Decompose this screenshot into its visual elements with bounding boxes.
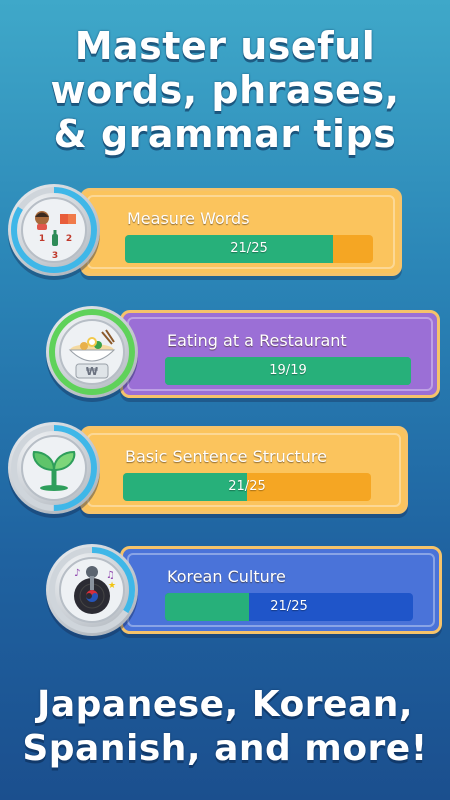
lesson-title: Measure Words — [127, 209, 250, 228]
lesson-title: Basic Sentence Structure — [125, 447, 327, 466]
lesson-progress-text: 19/19 — [269, 363, 307, 378]
lesson-progress-text: 21/25 — [228, 479, 266, 494]
svg-text:1: 1 — [39, 234, 45, 244]
svg-text:♪: ♪ — [74, 568, 80, 579]
lesson-progress-bar: 21/25 — [123, 473, 371, 501]
headline-top: Master useful words, phrases, & grammar … — [0, 24, 450, 156]
lesson-progress-bar: 21/25 — [125, 235, 373, 263]
headline-top-line-1: Master useful — [74, 24, 376, 68]
lesson-card-panel: Korean Culture 21/25 — [120, 546, 442, 634]
lesson-progress-bar: 21/25 — [165, 593, 413, 621]
svg-text:♫: ♫ — [106, 570, 115, 581]
lesson-title: Eating at a Restaurant — [167, 331, 347, 350]
restaurant-bowl-icon: ₩ — [46, 306, 138, 398]
lesson-progress-text: 21/25 — [270, 599, 308, 614]
headline-bottom-line-2: Spanish, and more! — [22, 728, 428, 769]
sprout-icon — [8, 422, 100, 514]
lesson-card-panel: Basic Sentence Structure 21/25 — [80, 426, 408, 514]
lesson-progress-bar: 19/19 — [165, 357, 411, 385]
svg-text:★: ★ — [108, 581, 116, 591]
svg-text:₩: ₩ — [86, 365, 98, 378]
lesson-card-panel: Eating at a Restaurant 19/19 — [120, 310, 440, 398]
lesson-card-panel: Measure Words 21/25 — [80, 188, 402, 276]
lesson-title: Korean Culture — [167, 567, 286, 586]
headline-bottom: Japanese, Korean, Spanish, and more! — [0, 683, 450, 771]
svg-text:2: 2 — [66, 234, 72, 244]
headline-bottom-line-1: Japanese, Korean, — [36, 684, 414, 725]
headline-top-line-3: & grammar tips — [53, 112, 397, 156]
headline-top-line-2: words, phrases, — [50, 68, 400, 112]
karaoke-record-icon: ♪ ♫ ★ — [46, 544, 138, 636]
measure-words-icon: 1 2 3 — [8, 184, 100, 276]
lesson-progress-text: 21/25 — [230, 241, 268, 256]
svg-text:3: 3 — [52, 251, 58, 261]
